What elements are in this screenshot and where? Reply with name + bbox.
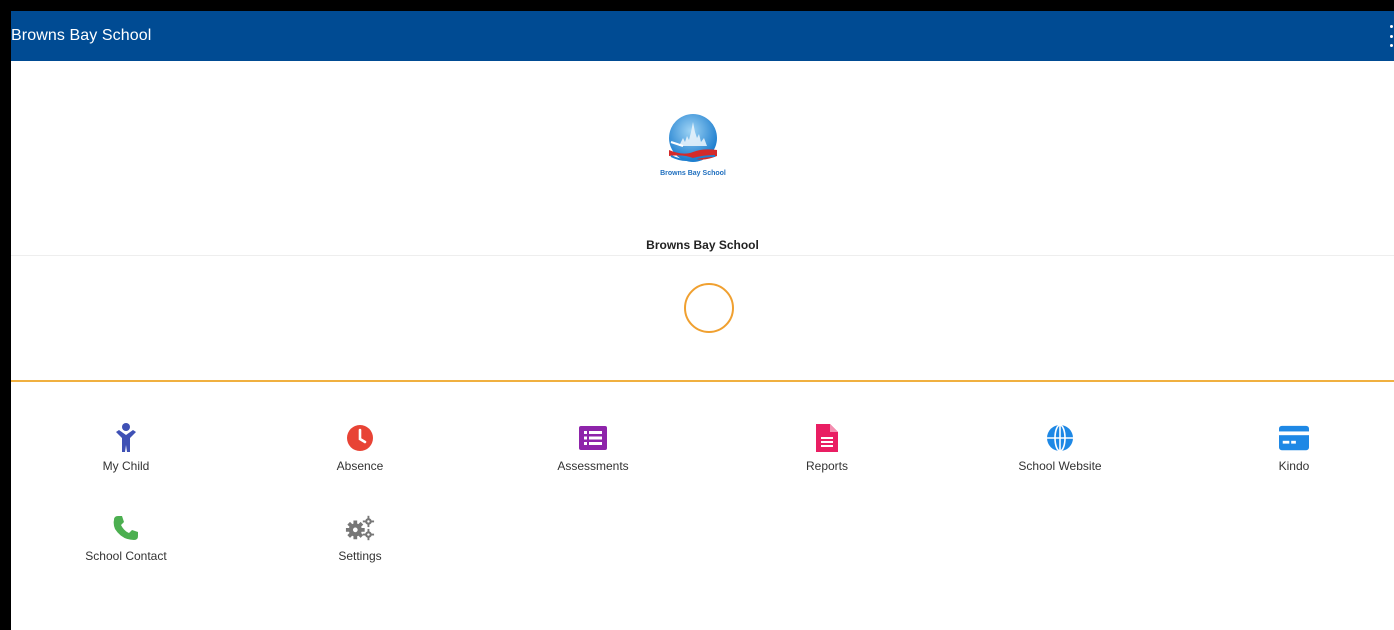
tile-school-website[interactable]: School Website bbox=[980, 423, 1140, 487]
tile-kindo[interactable]: Kindo bbox=[1214, 423, 1374, 487]
section-divider bbox=[11, 380, 1394, 382]
overflow-menu-button[interactable] bbox=[1388, 25, 1394, 47]
tile-label: Kindo bbox=[1278, 459, 1310, 473]
tile-absence[interactable]: Absence bbox=[280, 423, 440, 487]
tile-label: School Website bbox=[1018, 459, 1102, 473]
tile-my-child[interactable]: My Child bbox=[46, 423, 206, 487]
list-icon bbox=[578, 423, 608, 453]
tile-reports[interactable]: Reports bbox=[747, 423, 907, 487]
school-logo: Browns Bay School bbox=[660, 114, 726, 177]
tile-label: My Child bbox=[102, 459, 150, 473]
menu-dot-icon bbox=[1389, 34, 1393, 38]
tile-school-contact[interactable]: School Contact bbox=[46, 513, 206, 577]
tile-label: Assessments bbox=[557, 459, 629, 473]
app-title: Browns Bay School bbox=[11, 27, 152, 44]
globe-icon bbox=[1045, 423, 1075, 453]
tile-settings[interactable]: Settings bbox=[280, 513, 440, 577]
tile-label: Reports bbox=[805, 459, 849, 473]
phone-icon bbox=[111, 513, 141, 543]
menu-dot-icon bbox=[1389, 25, 1393, 28]
app-window: Browns Bay School Browns Bay School Brow… bbox=[11, 11, 1394, 630]
menu-dot-icon bbox=[1389, 44, 1393, 47]
gears-icon bbox=[345, 513, 375, 543]
card-icon bbox=[1279, 423, 1309, 453]
tile-label: Absence bbox=[336, 459, 384, 473]
document-icon bbox=[812, 423, 842, 453]
logo-text: Browns Bay School bbox=[660, 170, 726, 177]
app-bar: Browns Bay School bbox=[11, 11, 1394, 61]
child-icon bbox=[111, 423, 141, 453]
tile-label: School Contact bbox=[85, 549, 167, 563]
clock-icon bbox=[345, 423, 375, 453]
tile-assessments[interactable]: Assessments bbox=[513, 423, 673, 487]
tile-label: Settings bbox=[338, 549, 382, 563]
school-name: Browns Bay School bbox=[646, 238, 759, 252]
loading-spinner bbox=[684, 283, 734, 333]
